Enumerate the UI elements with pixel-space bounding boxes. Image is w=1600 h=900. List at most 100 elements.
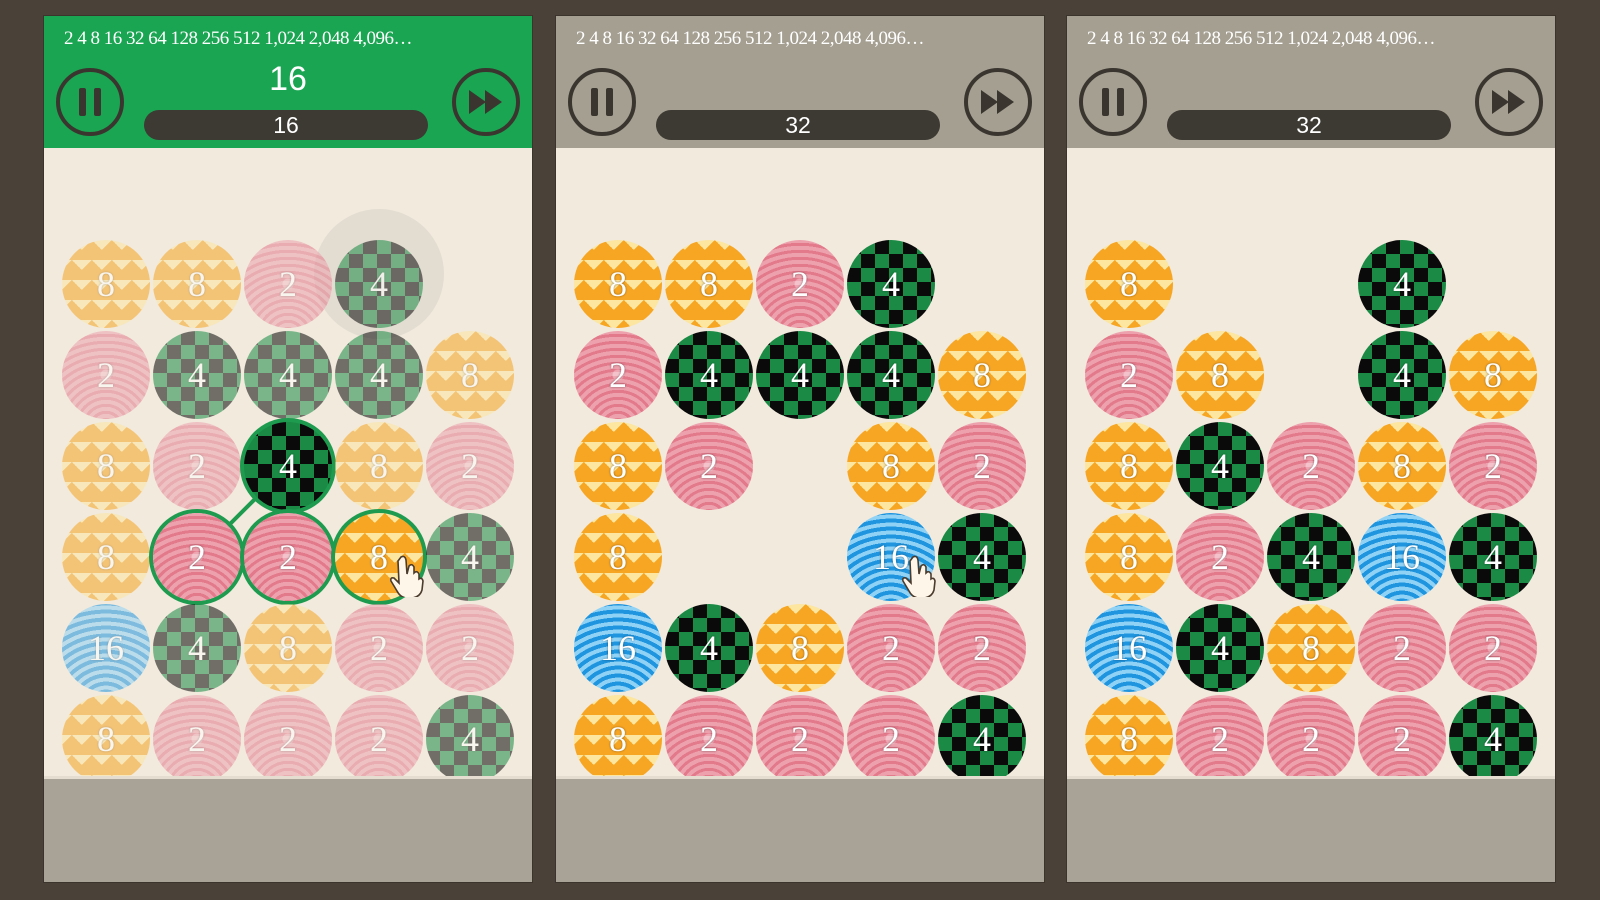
footer-area [44, 776, 532, 882]
tile-4[interactable]: 4 [1267, 513, 1355, 601]
tile-8[interactable]: 8 [1176, 331, 1264, 419]
tile-2[interactable]: 2 [335, 604, 423, 692]
tile-4[interactable]: 4 [1449, 513, 1537, 601]
tile-4[interactable]: 4 [938, 695, 1026, 783]
game-screen-2: 2 4 8 16 32 64 128 256 512 1,024 2,048 4… [556, 16, 1044, 882]
tile-2[interactable]: 2 [1267, 422, 1355, 510]
tile-4[interactable]: 4 [938, 513, 1026, 601]
tile-2[interactable]: 2 [665, 422, 753, 510]
fast-forward-icon [469, 90, 503, 114]
game-board[interactable]: 8 8 2 4 2 4 4 4 8 8 2 8 2 8 16 4 16 4 8 2 2 8 2 2 2 4 [556, 148, 1044, 783]
tile-2[interactable]: 2 [153, 422, 241, 510]
tile-8[interactable]: 8 [1085, 422, 1173, 510]
game-board[interactable]: 8 4 2 8 4 8 8 4 2 8 2 8 2 4 16 4 16 4 8 2 2 8 2 2 2 4 [1067, 148, 1555, 783]
tile-2[interactable]: 2 [335, 695, 423, 783]
tile-4[interactable]: 4 [847, 331, 935, 419]
tile-8[interactable]: 8 [1085, 240, 1173, 328]
tile-4[interactable]: 4 [847, 240, 935, 328]
tile-4[interactable]: 4 [153, 604, 241, 692]
pause-button[interactable] [1079, 68, 1147, 136]
header-bar: 2 4 8 16 32 64 128 256 512 1,024 2,048 4… [44, 16, 532, 148]
tile-8[interactable]: 8 [62, 422, 150, 510]
tile-4[interactable]: 4 [426, 695, 514, 783]
tile-8[interactable]: 8 [574, 422, 662, 510]
tile-2[interactable]: 2 [153, 513, 241, 601]
tile-8[interactable]: 8 [1358, 422, 1446, 510]
tile-4[interactable]: 4 [335, 240, 423, 328]
tile-8[interactable]: 8 [62, 513, 150, 601]
tile-16[interactable]: 16 [1085, 604, 1173, 692]
tile-2[interactable]: 2 [62, 331, 150, 419]
tile-2[interactable]: 2 [426, 422, 514, 510]
game-board[interactable]: 8 8 2 4 2 4 4 4 8 8 2 4 8 2 8 2 2 8 4 16 4 8 2 2 8 2 2 2 4 [44, 148, 532, 783]
tile-8[interactable]: 8 [574, 695, 662, 783]
tile-2[interactable]: 2 [847, 604, 935, 692]
tile-8[interactable]: 8 [756, 604, 844, 692]
tile-8[interactable]: 8 [1449, 331, 1537, 419]
tile-8[interactable]: 8 [574, 513, 662, 601]
tile-sequence: 2 4 8 16 32 64 128 256 512 1,024 2,048 4… [64, 28, 413, 49]
tile-8[interactable]: 8 [153, 240, 241, 328]
fast-forward-button[interactable] [452, 68, 520, 136]
pause-button[interactable] [568, 68, 636, 136]
tile-2[interactable]: 2 [1176, 695, 1264, 783]
tile-8[interactable]: 8 [938, 331, 1026, 419]
tile-8[interactable]: 8 [847, 422, 935, 510]
tile-8[interactable]: 8 [1267, 604, 1355, 692]
tile-2[interactable]: 2 [1085, 331, 1173, 419]
tile-8[interactable]: 8 [574, 240, 662, 328]
tile-4[interactable]: 4 [335, 331, 423, 419]
footer-area [1067, 776, 1555, 882]
tile-16[interactable]: 16 [1358, 513, 1446, 601]
fast-forward-button[interactable] [1475, 68, 1543, 136]
tile-2[interactable]: 2 [244, 513, 332, 601]
tile-2[interactable]: 2 [1176, 513, 1264, 601]
tile-2[interactable]: 2 [1449, 604, 1537, 692]
tile-2[interactable]: 2 [1449, 422, 1537, 510]
tile-4[interactable]: 4 [1176, 422, 1264, 510]
tile-4[interactable]: 4 [1358, 331, 1446, 419]
tile-4[interactable]: 4 [1176, 604, 1264, 692]
tile-4[interactable]: 4 [665, 331, 753, 419]
tile-2[interactable]: 2 [756, 695, 844, 783]
tile-2[interactable]: 2 [938, 604, 1026, 692]
tile-4[interactable]: 4 [756, 331, 844, 419]
tile-8[interactable]: 8 [335, 422, 423, 510]
tile-2[interactable]: 2 [426, 604, 514, 692]
tile-8[interactable]: 8 [62, 240, 150, 328]
tile-4[interactable]: 4 [153, 331, 241, 419]
tile-2[interactable]: 2 [1267, 695, 1355, 783]
hand-pointer-icon [899, 553, 943, 599]
tile-8[interactable]: 8 [244, 604, 332, 692]
header-bar: 2 4 8 16 32 64 128 256 512 1,024 2,048 4… [1067, 16, 1555, 148]
tile-2[interactable]: 2 [665, 695, 753, 783]
game-screen-1: 2 4 8 16 32 64 128 256 512 1,024 2,048 4… [44, 16, 532, 882]
score-bar: 32 [1167, 110, 1451, 140]
tile-2[interactable]: 2 [574, 331, 662, 419]
tile-4[interactable]: 4 [244, 331, 332, 419]
tile-4[interactable]: 4 [244, 422, 332, 510]
tile-16[interactable]: 16 [574, 604, 662, 692]
tile-2[interactable]: 2 [153, 695, 241, 783]
tile-8[interactable]: 8 [665, 240, 753, 328]
tile-8[interactable]: 8 [1085, 513, 1173, 601]
tile-4[interactable]: 4 [1449, 695, 1537, 783]
pause-icon [1102, 88, 1124, 116]
pause-icon [591, 88, 613, 116]
tile-8[interactable]: 8 [426, 331, 514, 419]
fast-forward-icon [981, 90, 1015, 114]
tile-8[interactable]: 8 [1085, 695, 1173, 783]
tile-2[interactable]: 2 [847, 695, 935, 783]
tile-2[interactable]: 2 [1358, 695, 1446, 783]
tile-2[interactable]: 2 [244, 695, 332, 783]
tile-2[interactable]: 2 [938, 422, 1026, 510]
tile-4[interactable]: 4 [665, 604, 753, 692]
tile-4[interactable]: 4 [1358, 240, 1446, 328]
tile-2[interactable]: 2 [1358, 604, 1446, 692]
tile-4[interactable]: 4 [426, 513, 514, 601]
tile-8[interactable]: 8 [62, 695, 150, 783]
tile-2[interactable]: 2 [756, 240, 844, 328]
fast-forward-button[interactable] [964, 68, 1032, 136]
tile-2[interactable]: 2 [244, 240, 332, 328]
tile-16[interactable]: 16 [62, 604, 150, 692]
